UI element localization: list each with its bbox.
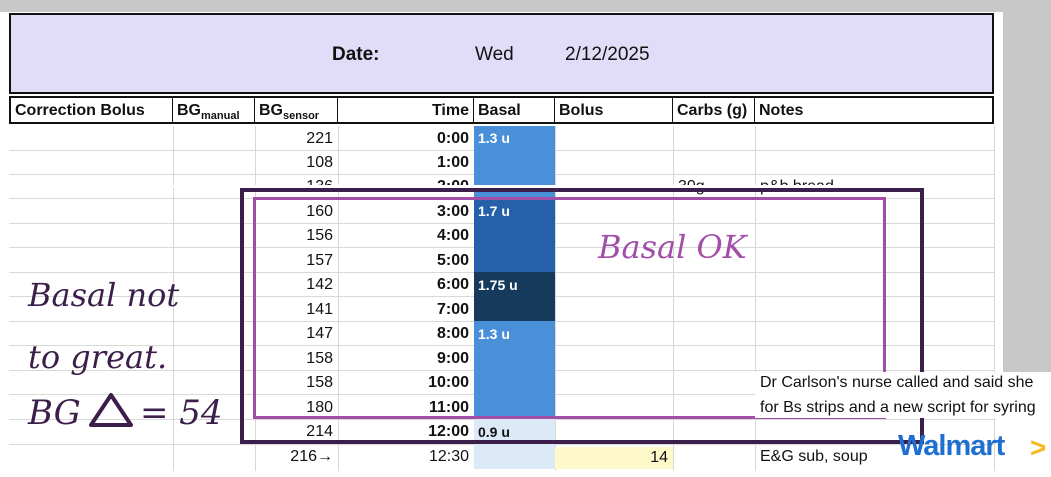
header-carbs[interactable]: Carbs (g) <box>673 96 755 124</box>
bolus-cell[interactable]: 14 <box>555 447 668 469</box>
basal-ok-note: Basal OK <box>598 228 747 266</box>
header-bg-sensor[interactable]: BGsensor <box>255 96 338 124</box>
header-correction-bolus[interactable]: Correction Bolus <box>9 96 173 124</box>
bg-sensor-cell[interactable]: 216→ <box>255 445 333 469</box>
handwritten-note-line1: Basal not <box>28 276 180 314</box>
date-label: Date: <box>332 44 380 65</box>
walmart-spark-icon: > <box>1030 432 1047 463</box>
notes-cell[interactable]: Dr Carlson's nurse called and said she <box>760 371 1033 395</box>
delta-icon <box>89 393 133 427</box>
header-time[interactable]: Time <box>338 96 474 124</box>
walmart-logo: Walmart <box>898 430 1005 462</box>
notes-cell[interactable]: for Bs strips and a new script for syrin… <box>760 396 1036 420</box>
top-gutter <box>0 0 1051 12</box>
right-gutter <box>1003 0 1051 372</box>
notes-cell[interactable]: E&G sub, soup <box>760 445 868 469</box>
header-notes[interactable]: Notes <box>755 96 994 124</box>
header-bolus[interactable]: Bolus <box>555 96 673 124</box>
handwritten-note-line2: to great. <box>28 338 168 376</box>
date-day[interactable]: Wed <box>475 44 514 66</box>
bg-sensor-cell[interactable]: 108 <box>255 151 333 175</box>
basal-value: 1.3 u <box>478 130 510 146</box>
time-cell[interactable]: 0:00 <box>338 127 469 151</box>
time-cell[interactable]: 12:30 <box>338 445 469 469</box>
header-bg-manual[interactable]: BGmanual <box>173 96 255 124</box>
handwritten-note-line3-prefix: BG <box>28 393 81 433</box>
bg-sensor-cell[interactable]: 221 <box>255 127 333 151</box>
date-value[interactable]: 2/12/2025 <box>565 44 650 66</box>
handwritten-note-line3-suffix: = 54 <box>140 393 223 433</box>
time-cell[interactable]: 1:00 <box>338 151 469 175</box>
header-basal[interactable]: Basal <box>474 96 555 124</box>
